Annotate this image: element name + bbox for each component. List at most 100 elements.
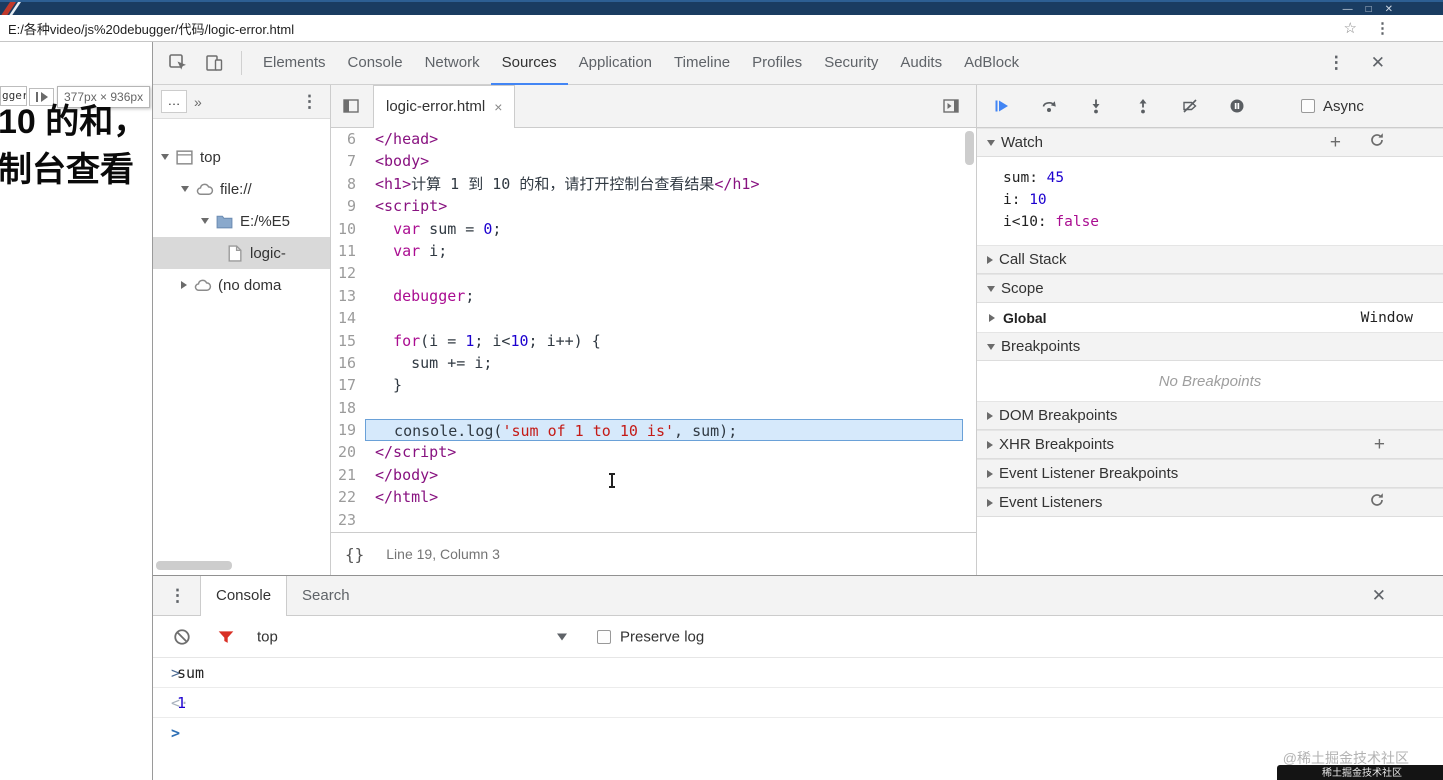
drawer-close-icon[interactable]: ✕: [1372, 586, 1386, 606]
tab-application[interactable]: Application: [568, 42, 663, 85]
drawer-menu-icon[interactable]: ⋮: [169, 586, 186, 606]
preserve-log-checkbox[interactable]: [597, 629, 611, 644]
line-number[interactable]: 7: [331, 150, 365, 172]
line-number[interactable]: 21: [331, 464, 365, 486]
code-line: 9 <script>: [331, 195, 976, 217]
refresh-event-listeners-icon[interactable]: [1369, 492, 1385, 513]
chevron-right-icon[interactable]: [989, 313, 995, 322]
watch-section-header[interactable]: Watch +: [977, 128, 1443, 157]
chevron-down-icon[interactable]: [161, 154, 169, 160]
add-watch-icon[interactable]: +: [1330, 133, 1341, 152]
drawer-tab-console[interactable]: Console: [200, 575, 288, 616]
deactivate-breakpoints-button[interactable]: [1181, 97, 1199, 115]
line-number[interactable]: 10: [331, 218, 365, 240]
async-checkbox[interactable]: [1301, 99, 1315, 113]
maximize-button[interactable]: □: [1366, 4, 1372, 15]
line-number[interactable]: 12: [331, 262, 365, 284]
editor-tab-logic-error[interactable]: logic-error.html ×: [373, 84, 516, 128]
tab-adblock[interactable]: AdBlock: [953, 42, 1030, 85]
pretty-print-button[interactable]: {}: [345, 545, 364, 564]
editor-tab-close-icon[interactable]: ×: [494, 99, 502, 115]
bookmark-star-icon[interactable]: ☆: [1344, 19, 1357, 37]
watch-expression[interactable]: i<10false: [977, 211, 1443, 233]
tab-timeline[interactable]: Timeline: [663, 42, 741, 85]
hide-navigator-icon[interactable]: [339, 95, 363, 117]
navigator-menu-icon[interactable]: ⋮: [301, 92, 318, 112]
tree-item-logic-error-file[interactable]: logic-: [153, 237, 330, 269]
line-number[interactable]: 22: [331, 486, 365, 508]
pause-on-exceptions-button[interactable]: [1228, 97, 1246, 115]
preserve-log-label[interactable]: Preserve log: [620, 628, 704, 645]
tree-item-file-protocol[interactable]: file://: [153, 173, 330, 205]
device-toolbar-icon[interactable]: [203, 52, 225, 74]
watch-expression[interactable]: i10: [977, 189, 1443, 211]
horizontal-scrollbar-thumb[interactable]: [156, 561, 232, 570]
page-content-area: gger 377px × 936px 10 的和， 制台查看: [0, 42, 152, 780]
xhr-breakpoints-section-header[interactable]: XHR Breakpoints +: [977, 430, 1443, 459]
line-number[interactable]: 20: [331, 441, 365, 463]
tab-network[interactable]: Network: [414, 42, 491, 85]
async-checkbox-group[interactable]: Async: [1301, 98, 1364, 115]
url-field[interactable]: E:/各种video/js%20debugger/代码/logic-error.…: [8, 19, 1344, 38]
line-number[interactable]: 6: [331, 128, 365, 150]
step-out-button[interactable]: [1134, 97, 1152, 115]
clear-console-icon[interactable]: [173, 628, 191, 646]
line-number[interactable]: 19: [331, 419, 365, 441]
line-number[interactable]: 15: [331, 330, 365, 352]
tab-profiles[interactable]: Profiles: [741, 42, 813, 85]
console-messages: > sum <· 1 >: [153, 658, 1443, 780]
line-number[interactable]: 23: [331, 509, 365, 531]
divider: [241, 51, 242, 75]
tree-item-top[interactable]: top: [153, 141, 330, 173]
line-number[interactable]: 17: [331, 374, 365, 396]
context-dropdown-caret-icon[interactable]: [557, 633, 567, 640]
add-xhr-breakpoint-icon[interactable]: +: [1374, 435, 1385, 454]
close-button[interactable]: ✕: [1385, 4, 1393, 15]
code-area[interactable]: 6 </head> 7 <body> 8 <h1>计算 1 到 10 的和，请打开控制台查…: [331, 128, 976, 532]
tab-console[interactable]: Console: [337, 42, 414, 85]
code-line: 20 </script>: [331, 441, 976, 463]
scope-section-header[interactable]: Scope: [977, 274, 1443, 303]
line-number[interactable]: 18: [331, 397, 365, 419]
step-into-button[interactable]: [1087, 97, 1105, 115]
event-listener-breakpoints-section-header[interactable]: Event Listener Breakpoints: [977, 459, 1443, 488]
refresh-watch-icon[interactable]: [1369, 132, 1385, 153]
event-listeners-section-header[interactable]: Event Listeners: [977, 488, 1443, 517]
tab-audits[interactable]: Audits: [889, 42, 953, 85]
execution-context-selector[interactable]: top: [257, 628, 278, 645]
line-number[interactable]: 9: [331, 195, 365, 217]
tree-item-no-domain[interactable]: (no doma: [153, 269, 330, 301]
drawer-tab-search[interactable]: Search: [287, 576, 365, 616]
chevron-down-icon[interactable]: [181, 186, 189, 192]
tree-item-folder[interactable]: E:/%E5: [153, 205, 330, 237]
breakpoints-section-header[interactable]: Breakpoints: [977, 332, 1443, 361]
resume-script-button[interactable]: [993, 97, 1011, 115]
dom-breakpoints-section-header[interactable]: DOM Breakpoints: [977, 401, 1443, 430]
tab-sources[interactable]: Sources: [490, 42, 568, 85]
line-number[interactable]: 13: [331, 285, 365, 307]
console-prompt[interactable]: >: [153, 718, 1443, 748]
watch-expression[interactable]: sum45: [977, 167, 1443, 189]
line-number[interactable]: 11: [331, 240, 365, 262]
line-number[interactable]: 8: [331, 173, 365, 195]
line-number[interactable]: 16: [331, 352, 365, 374]
line-number[interactable]: 14: [331, 307, 365, 329]
tab-elements[interactable]: Elements: [252, 42, 337, 85]
show-drawer-icon[interactable]: [942, 97, 960, 115]
tab-security[interactable]: Security: [813, 42, 889, 85]
chevron-right-icon[interactable]: [181, 281, 187, 289]
navigator-overflow-tab[interactable]: …: [161, 90, 187, 113]
minimize-button[interactable]: —: [1343, 4, 1353, 15]
inspect-element-icon[interactable]: [167, 52, 189, 74]
devtools-menu-icon[interactable]: ⋮: [1328, 53, 1345, 73]
vertical-scrollbar-thumb[interactable]: [965, 131, 974, 165]
devtools-close-icon[interactable]: ✕: [1371, 53, 1385, 73]
scope-global-row[interactable]: Global Window: [977, 303, 1443, 332]
filter-icon[interactable]: [217, 628, 235, 646]
browser-menu-icon[interactable]: ⋮: [1375, 19, 1391, 37]
chevron-down-icon[interactable]: [201, 218, 209, 224]
code-text: for(i = 1; i<10; i++) {: [393, 331, 601, 350]
navigator-more-tabs-icon[interactable]: »: [194, 94, 202, 110]
call-stack-section-header[interactable]: Call Stack: [977, 245, 1443, 274]
step-over-button[interactable]: [1040, 97, 1058, 115]
